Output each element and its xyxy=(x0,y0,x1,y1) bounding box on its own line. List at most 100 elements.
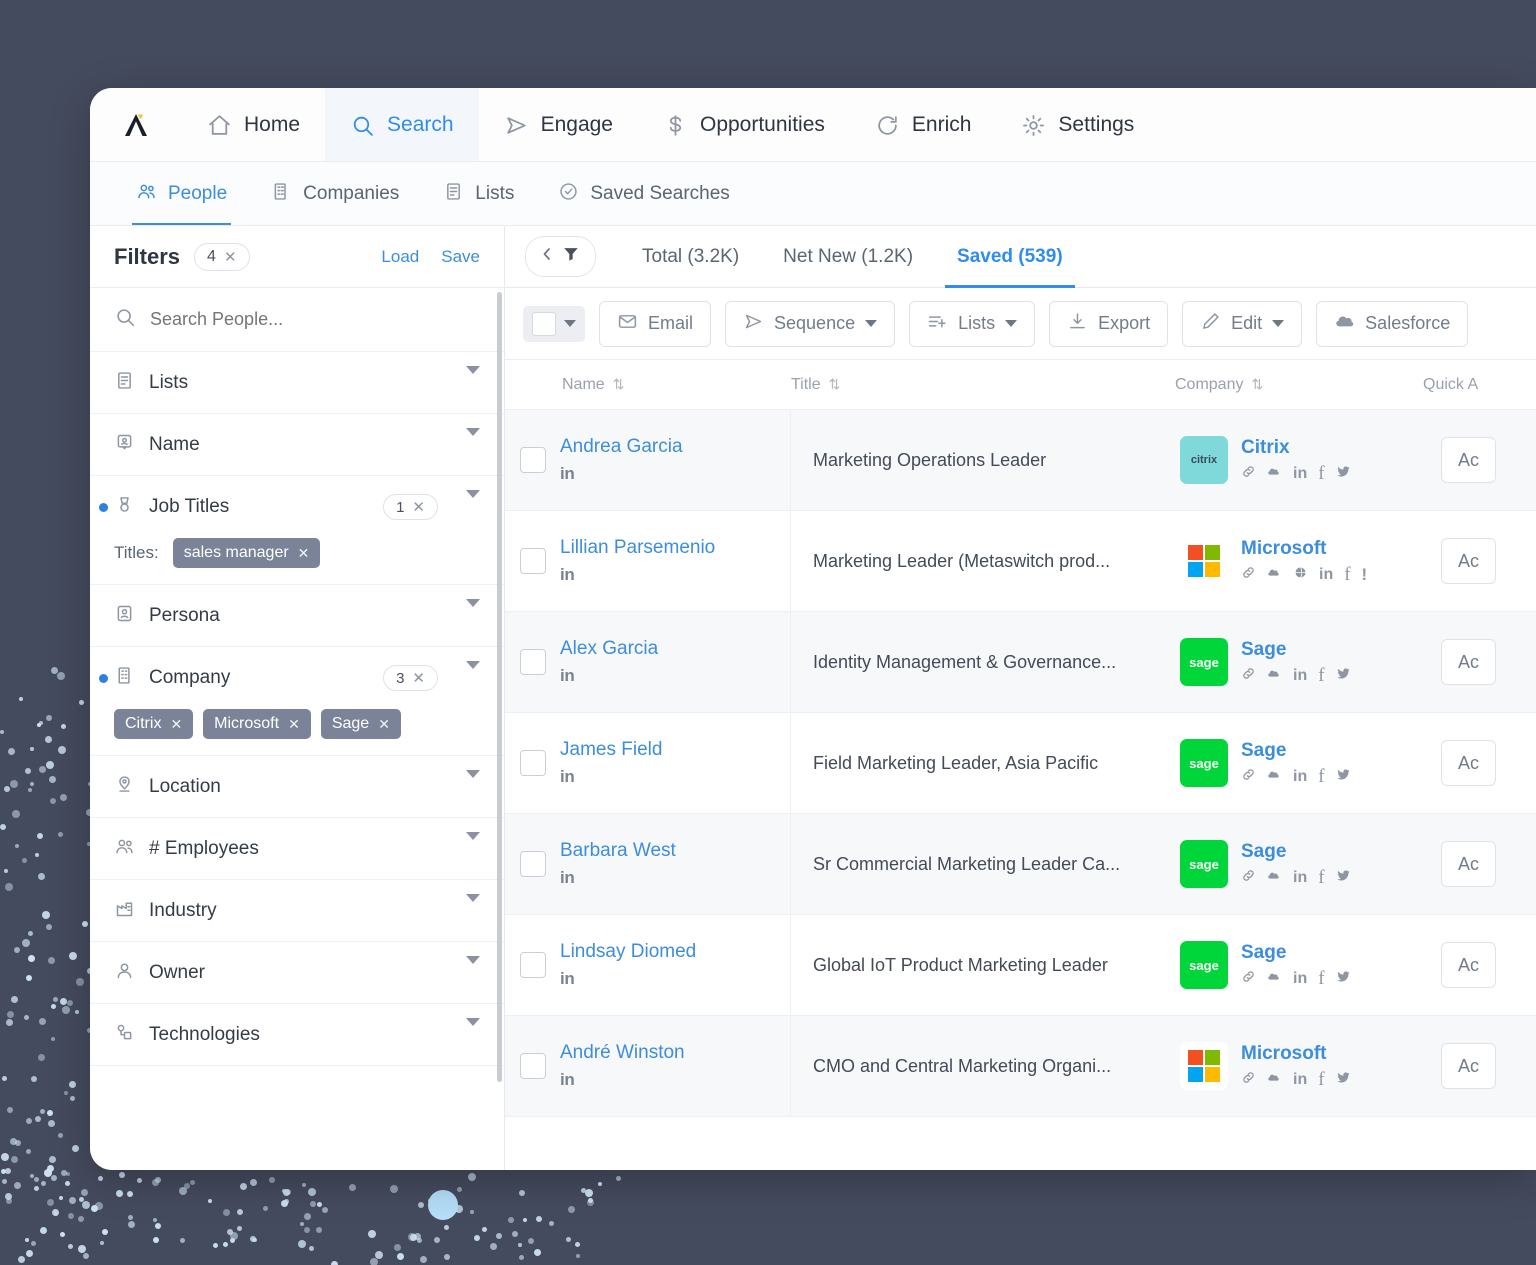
row-checkbox[interactable] xyxy=(520,447,546,473)
person-name-link[interactable]: Lillian Parsemenio xyxy=(560,537,715,559)
quick-action-button[interactable]: Ac xyxy=(1441,437,1497,483)
sequence-button[interactable]: Sequence xyxy=(725,300,896,347)
nav-item-engage[interactable]: Engage xyxy=(479,88,638,162)
nav-item-enrich[interactable]: Enrich xyxy=(850,88,997,162)
linkedin-icon[interactable]: in xyxy=(1293,465,1307,482)
table-row[interactable]: Lillian Parsemenio in Marketing Leader (Me… xyxy=(505,511,1536,612)
person-name-link[interactable]: Andrea Garcia xyxy=(560,436,683,458)
nav-item-home[interactable]: Home xyxy=(182,88,325,162)
salesforce-icon[interactable] xyxy=(1267,565,1282,584)
facebook-icon[interactable]: f xyxy=(1318,868,1324,887)
chevron-down-icon[interactable] xyxy=(1005,320,1018,327)
filter-count-job-titles[interactable]: 1 ✕ xyxy=(383,494,438,520)
row-checkbox[interactable] xyxy=(520,952,546,978)
twitter-icon[interactable] xyxy=(1336,666,1351,685)
chevron-down-icon[interactable] xyxy=(466,893,480,920)
linkedin-icon[interactable]: in xyxy=(560,868,676,888)
email-button[interactable]: Email xyxy=(599,300,712,347)
filters-active-count[interactable]: 4 ✕ xyxy=(194,242,250,271)
filter-row-technologies[interactable]: Technologies xyxy=(90,1004,504,1066)
lists-button[interactable]: Lists xyxy=(909,300,1036,347)
link-icon[interactable] xyxy=(1241,464,1256,483)
linkedin-icon[interactable]: in xyxy=(1293,667,1307,684)
table-row[interactable]: Andrea Garcia in Marketing Operations Lead… xyxy=(505,410,1536,511)
company-name-link[interactable]: Sage xyxy=(1241,740,1351,762)
facebook-icon[interactable]: f xyxy=(1318,767,1324,786)
column-header-company[interactable]: Company ⇅ xyxy=(1175,376,1423,394)
person-name-link[interactable]: Barbara West xyxy=(560,840,676,862)
chevron-down-icon[interactable] xyxy=(865,320,878,327)
more-icon[interactable]: ! xyxy=(1362,566,1368,583)
facebook-icon[interactable]: f xyxy=(1318,1070,1324,1089)
table-row[interactable]: Barbara West in Sr Commercial Marketing Le… xyxy=(505,814,1536,915)
tag-remove-icon[interactable]: ✕ xyxy=(288,716,300,733)
linkedin-icon[interactable]: in xyxy=(560,666,658,686)
linkedin-icon[interactable]: in xyxy=(560,1070,685,1090)
twitter-icon[interactable] xyxy=(1336,464,1351,483)
linkedin-icon[interactable]: in xyxy=(560,565,715,585)
tab-total[interactable]: Total (3.2K) xyxy=(620,226,761,288)
chevron-down-icon[interactable] xyxy=(466,427,480,454)
twitter-icon[interactable] xyxy=(1336,1070,1351,1089)
save-filters-button[interactable]: Save xyxy=(441,247,480,267)
edit-button[interactable]: Edit xyxy=(1182,300,1303,347)
filter-row-persona[interactable]: Persona xyxy=(90,585,504,647)
linkedin-icon[interactable]: in xyxy=(1319,566,1333,583)
person-name-link[interactable]: Lindsay Diomed xyxy=(560,941,696,963)
nav-item-search[interactable]: Search xyxy=(325,88,479,162)
link-icon[interactable] xyxy=(1241,969,1256,988)
tab-net-new[interactable]: Net New (1.2K) xyxy=(761,226,935,288)
subnav-item-people[interactable]: People xyxy=(114,162,249,226)
linkedin-icon[interactable]: in xyxy=(1293,1071,1307,1088)
sort-icon[interactable]: ⇅ xyxy=(1251,378,1263,391)
row-checkbox[interactable] xyxy=(520,851,546,877)
select-all-dropdown[interactable] xyxy=(523,305,585,342)
linkedin-icon[interactable]: in xyxy=(1293,869,1307,886)
chevron-down-icon[interactable] xyxy=(466,955,480,982)
tag-citrix[interactable]: Citrix ✕ xyxy=(114,709,194,739)
linkedin-icon[interactable]: in xyxy=(560,767,662,787)
sort-icon[interactable]: ⇅ xyxy=(613,378,625,391)
tag-sales-manager[interactable]: sales manager ✕ xyxy=(172,538,321,568)
table-row[interactable]: Alex Garcia in Identity Management & Gover… xyxy=(505,612,1536,713)
chevron-down-icon[interactable] xyxy=(466,490,480,516)
subnav-item-lists[interactable]: Lists xyxy=(421,162,536,226)
salesforce-icon[interactable] xyxy=(1267,767,1282,786)
table-row[interactable]: James Field in Field Marketing Leader, Asi… xyxy=(505,713,1536,814)
quick-action-button[interactable]: Ac xyxy=(1441,841,1497,887)
quick-action-button[interactable]: Ac xyxy=(1441,538,1497,584)
link-icon[interactable] xyxy=(1241,1070,1256,1089)
row-checkbox[interactable] xyxy=(520,649,546,675)
chevron-down-icon[interactable] xyxy=(466,1017,480,1044)
load-filters-button[interactable]: Load xyxy=(381,247,419,267)
chevron-down-icon[interactable] xyxy=(1272,320,1285,327)
column-header-title[interactable]: Title ⇅ xyxy=(791,376,1175,394)
twitter-icon[interactable] xyxy=(1336,767,1351,786)
filter-row-employees[interactable]: # Employees xyxy=(90,818,504,880)
nav-item-settings[interactable]: Settings xyxy=(996,88,1159,162)
linkedin-icon[interactable]: in xyxy=(1293,768,1307,785)
quick-action-button[interactable]: Ac xyxy=(1441,1043,1497,1089)
chevron-down-icon[interactable] xyxy=(466,365,480,392)
tag-microsoft[interactable]: Microsoft ✕ xyxy=(203,709,311,739)
sidebar-scrollbar[interactable] xyxy=(497,292,502,1082)
chevron-down-icon[interactable] xyxy=(466,769,480,796)
linkedin-icon[interactable]: in xyxy=(560,969,696,989)
clear-filters-icon[interactable]: ✕ xyxy=(224,248,237,266)
chevron-down-icon[interactable] xyxy=(466,831,480,858)
salesforce-icon[interactable] xyxy=(1267,1070,1282,1089)
tag-remove-icon[interactable]: ✕ xyxy=(298,545,310,562)
select-all-checkbox[interactable] xyxy=(532,311,556,336)
salesforce-icon[interactable] xyxy=(1267,464,1282,483)
tab-saved[interactable]: Saved (539) xyxy=(935,226,1085,288)
search-people-input[interactable] xyxy=(150,309,480,330)
filter-row-industry[interactable]: Industry xyxy=(90,880,504,942)
clear-icon[interactable]: ✕ xyxy=(412,498,425,516)
quick-action-button[interactable]: Ac xyxy=(1441,942,1497,988)
quick-action-button[interactable]: Ac xyxy=(1441,740,1497,786)
row-checkbox[interactable] xyxy=(520,750,546,776)
collapse-filters-button[interactable] xyxy=(525,236,596,277)
export-button[interactable]: Export xyxy=(1049,300,1169,347)
salesforce-icon[interactable] xyxy=(1267,666,1282,685)
subnav-item-companies[interactable]: Companies xyxy=(249,162,421,226)
